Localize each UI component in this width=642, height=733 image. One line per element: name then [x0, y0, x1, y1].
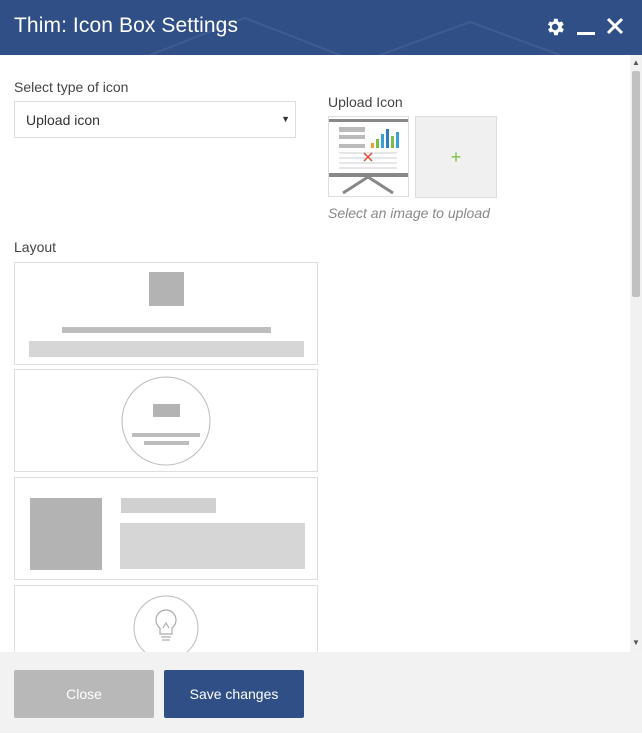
minimize-icon[interactable]: [576, 14, 596, 41]
layout-label: Layout: [14, 239, 57, 255]
scroll-up-arrow-icon[interactable]: ▲: [632, 59, 640, 67]
content-scrollbar[interactable]: ▲ ▼: [630, 55, 642, 652]
settings-panel: Select type of icon Upload icon ▼ Upload…: [0, 55, 630, 652]
layout-option-bulb-circle[interactable]: [14, 585, 318, 652]
presentation-chart-icon: [329, 119, 408, 195]
layout-bulb-circle-preview: [133, 595, 199, 652]
dialog-title: Thim: Icon Box Settings: [14, 14, 239, 37]
layout-left-icon-preview: [30, 498, 305, 570]
gear-icon[interactable]: [544, 16, 566, 43]
layout-option-circle-icon[interactable]: [14, 369, 318, 472]
upload-icon-label: Upload Icon: [328, 94, 403, 110]
scrollbar-thumb[interactable]: [632, 71, 640, 297]
close-button[interactable]: Close: [14, 670, 154, 718]
close-icon[interactable]: [605, 16, 625, 41]
add-image-button[interactable]: +: [415, 116, 497, 198]
layout-top-icon-preview: [29, 272, 304, 357]
scroll-down-arrow-icon[interactable]: ▼: [632, 639, 640, 647]
uploaded-image-thumbnail[interactable]: [328, 116, 409, 197]
dropdown-arrow-icon: ▼: [281, 114, 290, 124]
layout-circle-icon-preview: [121, 376, 211, 466]
layout-option-left-icon[interactable]: [14, 477, 318, 580]
lightbulb-icon: [155, 609, 177, 641]
dialog-footer: Close Save changes: [0, 652, 642, 733]
icon-type-label: Select type of icon: [14, 79, 129, 95]
upload-hint-text: Select an image to upload: [328, 205, 490, 221]
layout-option-top-icon[interactable]: [14, 262, 318, 365]
save-changes-button[interactable]: Save changes: [164, 670, 304, 718]
dialog-header: Thim: Icon Box Settings: [0, 0, 642, 55]
icon-type-value: Upload icon: [26, 112, 100, 128]
icon-type-select[interactable]: Upload icon ▼: [14, 101, 296, 138]
